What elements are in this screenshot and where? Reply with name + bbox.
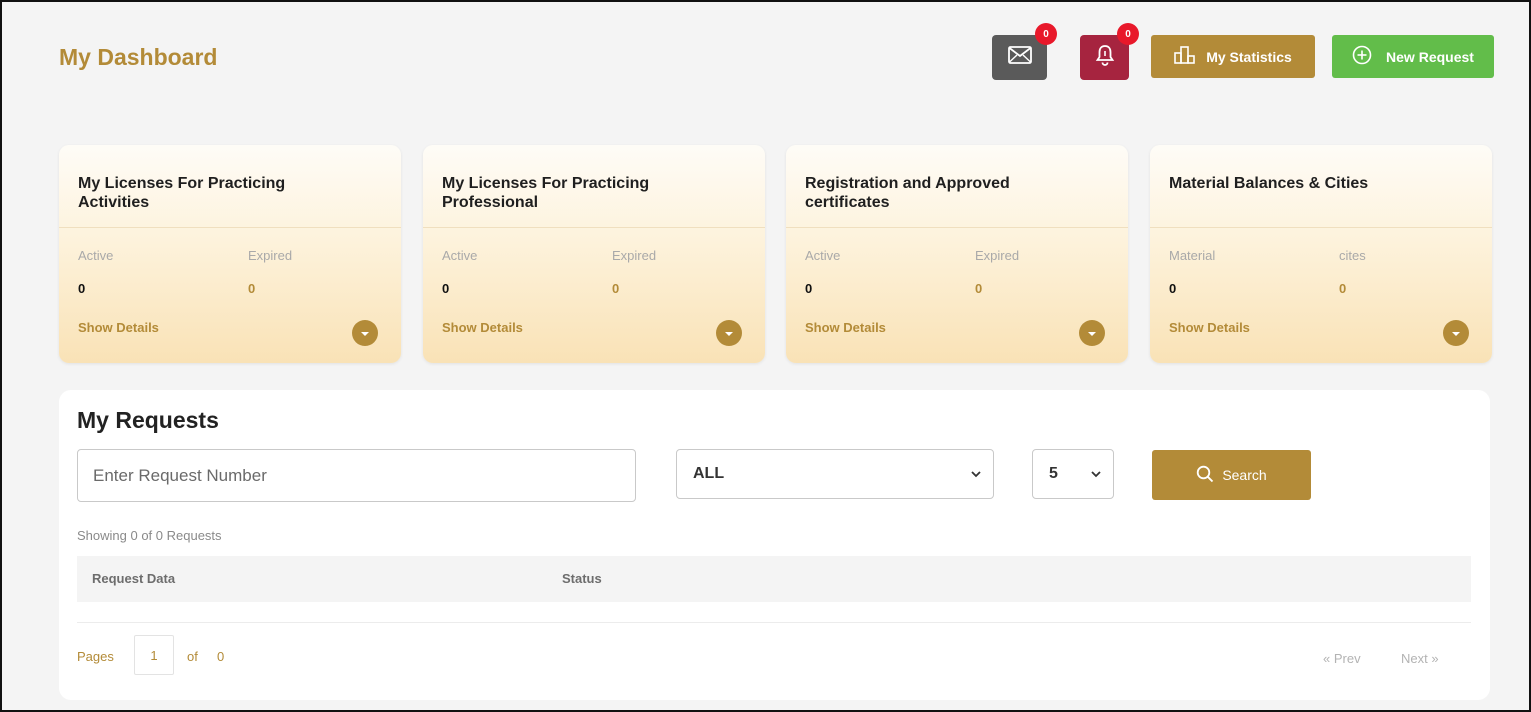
card-registration-certificates: Registration and Approved certificates A… [786, 145, 1128, 363]
divider [77, 622, 1471, 623]
current-page-box[interactable]: 1 [134, 635, 174, 675]
card-label-expired: Expired [248, 248, 293, 263]
column-header-request-data: Request Data [92, 571, 176, 586]
chevron-down-icon [1091, 465, 1101, 483]
new-request-label: New Request [1386, 48, 1474, 65]
card-value-expired: 0 [612, 281, 620, 296]
card-label-expired: Expired [975, 248, 1020, 263]
my-requests-panel: My Requests ALL 5 Search Showing 0 of [59, 390, 1490, 700]
card-label-material: Material [1169, 248, 1216, 263]
messages-button[interactable]: 0 [992, 23, 1057, 80]
status-filter-value: ALL [693, 465, 725, 482]
notifications-button[interactable]: 0 [1080, 23, 1139, 80]
card-label-cites: cites [1339, 248, 1366, 263]
card-value-active: 0 [805, 281, 813, 296]
requests-table-header: Request Data Status [77, 556, 1471, 602]
card-title: My Licenses For Practicing Professional [442, 175, 650, 211]
bar-chart-icon [1174, 46, 1196, 67]
prev-page-button[interactable]: « Prev [1323, 651, 1361, 666]
my-statistics-label: My Statistics [1206, 48, 1292, 65]
chevron-down-icon [360, 324, 370, 342]
card-label-active: Active [78, 248, 114, 263]
show-details-link[interactable]: Show Details [78, 320, 159, 335]
card-value-active: 0 [442, 281, 450, 296]
my-statistics-button[interactable]: My Statistics [1151, 35, 1315, 78]
card-expand-button[interactable] [1443, 320, 1469, 346]
request-number-input[interactable] [77, 449, 636, 502]
messages-count-badge: 0 [1035, 23, 1057, 45]
column-header-status: Status [562, 571, 602, 586]
card-material-balances: Material Balances & Cities Material cite… [1150, 145, 1492, 363]
header: My Dashboard 0 0 My Statistics New Reque… [2, 2, 1529, 112]
card-value-expired: 0 [975, 281, 983, 296]
card-licenses-professional: My Licenses For Practicing Professional … [423, 145, 765, 363]
card-licenses-activities: My Licenses For Practicing Activities Ac… [59, 145, 401, 363]
new-request-button[interactable]: New Request [1332, 35, 1494, 78]
chevron-down-icon [971, 465, 981, 483]
page-size-value: 5 [1049, 465, 1058, 482]
page-size-select[interactable]: 5 [1032, 449, 1114, 499]
plus-circle-icon [1352, 45, 1372, 68]
chevron-down-icon [724, 324, 734, 342]
dashboard-page: My Dashboard 0 0 My Statistics New Reque… [0, 0, 1531, 712]
card-value-cites: 0 [1339, 281, 1347, 296]
search-button-label: Search [1222, 467, 1267, 483]
show-details-link[interactable]: Show Details [442, 320, 523, 335]
chevron-down-icon [1087, 324, 1097, 342]
card-divider [1150, 227, 1492, 228]
total-pages: 0 [217, 649, 225, 664]
notifications-count-badge: 0 [1117, 23, 1139, 45]
card-title: Registration and Approved certificates [805, 175, 1010, 211]
results-count-text: Showing 0 of 0 Requests [77, 528, 222, 543]
search-button[interactable]: Search [1152, 450, 1311, 500]
card-expand-button[interactable] [352, 320, 378, 346]
pages-label: Pages [77, 649, 114, 664]
bell-icon [1095, 44, 1115, 71]
card-label-active: Active [805, 248, 841, 263]
card-divider [59, 227, 401, 228]
pagination: Pages 1 of 0 « Prev Next » [77, 635, 1471, 675]
card-expand-button[interactable] [716, 320, 742, 346]
card-value-expired: 0 [248, 281, 256, 296]
show-details-link[interactable]: Show Details [805, 320, 886, 335]
envelope-icon [1007, 46, 1032, 69]
card-divider [786, 227, 1128, 228]
requests-title: My Requests [77, 407, 219, 433]
card-title: Material Balances & Cities [1169, 175, 1369, 192]
card-label-active: Active [442, 248, 478, 263]
show-details-link[interactable]: Show Details [1169, 320, 1250, 335]
chevron-down-icon [1451, 324, 1461, 342]
card-divider [423, 227, 765, 228]
card-value-material: 0 [1169, 281, 1177, 296]
card-expand-button[interactable] [1079, 320, 1105, 346]
next-page-button[interactable]: Next » [1401, 651, 1439, 666]
of-label: of [187, 649, 198, 664]
status-filter-select[interactable]: ALL [676, 449, 994, 499]
card-value-active: 0 [78, 281, 86, 296]
search-icon [1196, 465, 1214, 486]
page-title: My Dashboard [59, 44, 218, 70]
card-title: My Licenses For Practicing Activities [78, 175, 286, 211]
card-label-expired: Expired [612, 248, 657, 263]
